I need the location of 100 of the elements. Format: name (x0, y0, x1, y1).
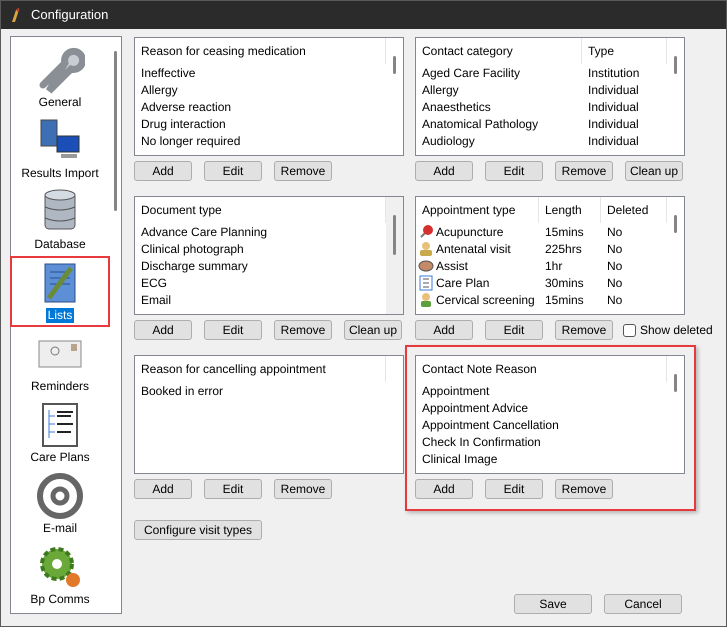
table-cell-text: Assist (436, 258, 468, 274)
sidebar-label: Reminders (30, 379, 90, 394)
table-cell-text: Individual (588, 132, 639, 150)
table-cell-text: Allergy (422, 82, 459, 98)
table-cell-text: Discharge summary (141, 258, 248, 274)
scrollbar-thumb[interactable] (674, 56, 677, 74)
column-header[interactable]: Contact category (416, 38, 582, 64)
table-cell-text: Care Plan (436, 274, 490, 292)
sidebar-item[interactable]: Lists (12, 258, 108, 325)
table-cell-text: No (607, 274, 622, 292)
footer-button[interactable]: Save (514, 594, 592, 614)
table-cell-text: Appointment (422, 382, 490, 400)
list-button[interactable]: Edit (485, 161, 543, 181)
list-button[interactable]: Edit (204, 161, 262, 181)
table-cell-text: Booked in error (141, 382, 224, 400)
list-button[interactable]: Add (134, 161, 192, 181)
table-cell-text: 225hrs (545, 240, 582, 258)
list-button[interactable]: Add (415, 320, 473, 340)
pushpin-icon (418, 224, 434, 240)
table-cell-text: 30mins (545, 274, 584, 292)
column-header[interactable]: Type (582, 38, 667, 64)
scrollbar-thumb[interactable] (674, 215, 677, 233)
column-header[interactable]: Reason for ceasing medication (135, 38, 386, 64)
sidebar-item[interactable]: Care Plans (12, 400, 108, 467)
table-cell-text: Antenatal visit (436, 240, 511, 258)
table-cell-text: Clinical photograph (141, 240, 244, 258)
list-button[interactable]: Add (134, 479, 192, 499)
list-button[interactable]: Remove (555, 161, 613, 181)
sidebar-item[interactable]: Reminders (12, 329, 108, 396)
sidebar-item[interactable]: E-mail (12, 471, 108, 538)
table-cell-text: 15mins (545, 292, 584, 308)
table-cell-text: Ineffective (141, 64, 196, 82)
list-button[interactable]: Clean up (625, 161, 683, 181)
table-cell-text: No (607, 240, 622, 258)
list-button[interactable]: Remove (555, 479, 613, 499)
person-icon (418, 240, 434, 256)
sidebar-item[interactable]: Bp Comms (12, 542, 108, 609)
column-header[interactable]: Length (539, 197, 601, 223)
table-cell-text: Audiology (422, 132, 475, 150)
table-cell-text: Aged Care Facility (422, 64, 520, 82)
list-button[interactable]: Add (134, 320, 192, 340)
show-deleted-checkbox[interactable]: Show deleted (623, 321, 713, 339)
scrollbar-thumb[interactable] (114, 51, 116, 211)
table-cell-text: Cervical screening (436, 292, 535, 308)
column-header[interactable]: Deleted (601, 197, 667, 223)
scrollbar-thumb[interactable] (393, 56, 396, 74)
list-button[interactable]: Remove (274, 479, 332, 499)
table-cell-text: Check In Confirmation (422, 434, 541, 450)
footer-button[interactable]: Cancel (604, 594, 682, 614)
scrollbar-thumb[interactable] (674, 374, 677, 392)
list-button[interactable]: Remove (555, 320, 613, 340)
table-cell-text: No (607, 292, 622, 308)
table-cell-text: 15mins (545, 224, 584, 240)
table-cell-text: Individual (588, 82, 639, 98)
person-icon (418, 292, 434, 308)
sidebar-label: Results Import (20, 166, 100, 181)
window-title: Configuration (31, 6, 108, 24)
table-cell-text: Appointment Cancellation (422, 416, 559, 434)
list-button[interactable]: Edit (485, 320, 543, 340)
table-cell-text: No longer required (141, 132, 240, 150)
list-button[interactable]: Edit (485, 479, 543, 499)
table-cell-text: No (607, 258, 622, 274)
table-cell-text: Institution (588, 64, 640, 82)
scrollbar-thumb[interactable] (393, 215, 396, 255)
checkbox[interactable] (623, 324, 636, 336)
table-cell-text: Adverse reaction (141, 98, 232, 116)
table-cell-text: Individual (588, 116, 639, 132)
list-button[interactable]: Clean up (344, 320, 402, 340)
table-cell-text: Anatomical Pathology (422, 116, 538, 132)
sidebar-label: Bp Comms (29, 592, 91, 607)
column-header[interactable]: Contact Note Reason (416, 356, 667, 382)
document-tree-icon (418, 274, 434, 290)
table-cell-text: Email (141, 292, 172, 308)
table-cell-text: ECG (141, 274, 168, 292)
list-button[interactable]: Add (415, 479, 473, 499)
sidebar-item[interactable]: Results Import (12, 116, 108, 183)
list-button[interactable]: Remove (274, 320, 332, 340)
table-cell-text: 1hr (545, 258, 562, 274)
column-header[interactable]: Reason for cancelling appointment (135, 356, 386, 382)
table-cell-text: Anaesthetics (422, 98, 491, 116)
table-cell-text: Appointment Advice (422, 400, 528, 416)
sidebar-label: Database (33, 237, 87, 252)
sidebar-label: Lists (46, 308, 74, 323)
sidebar-label: E-mail (42, 521, 78, 536)
list-button[interactable]: Add (415, 161, 473, 181)
sidebar-label: General (38, 95, 82, 110)
table-cell-text: Individual (588, 98, 639, 116)
table-cell-text: Drug interaction (141, 116, 226, 132)
table-cell-text: Acupuncture (436, 224, 504, 240)
configure-visit-types-button[interactable]: Configure visit types (134, 520, 262, 540)
list-button[interactable]: Edit (204, 479, 262, 499)
sidebar-label: Care Plans (29, 450, 91, 465)
table-cell-text: Clinical Image (422, 450, 498, 468)
list-button[interactable]: Edit (204, 320, 262, 340)
sidebar-item[interactable]: General (12, 45, 108, 112)
table-cell-text: No (607, 224, 622, 240)
sidebar-item[interactable]: Database (12, 187, 108, 254)
table-cell-text: Advance Care Planning (141, 224, 268, 240)
list-button[interactable]: Remove (274, 161, 332, 181)
column-header[interactable]: Appointment type (416, 197, 539, 223)
